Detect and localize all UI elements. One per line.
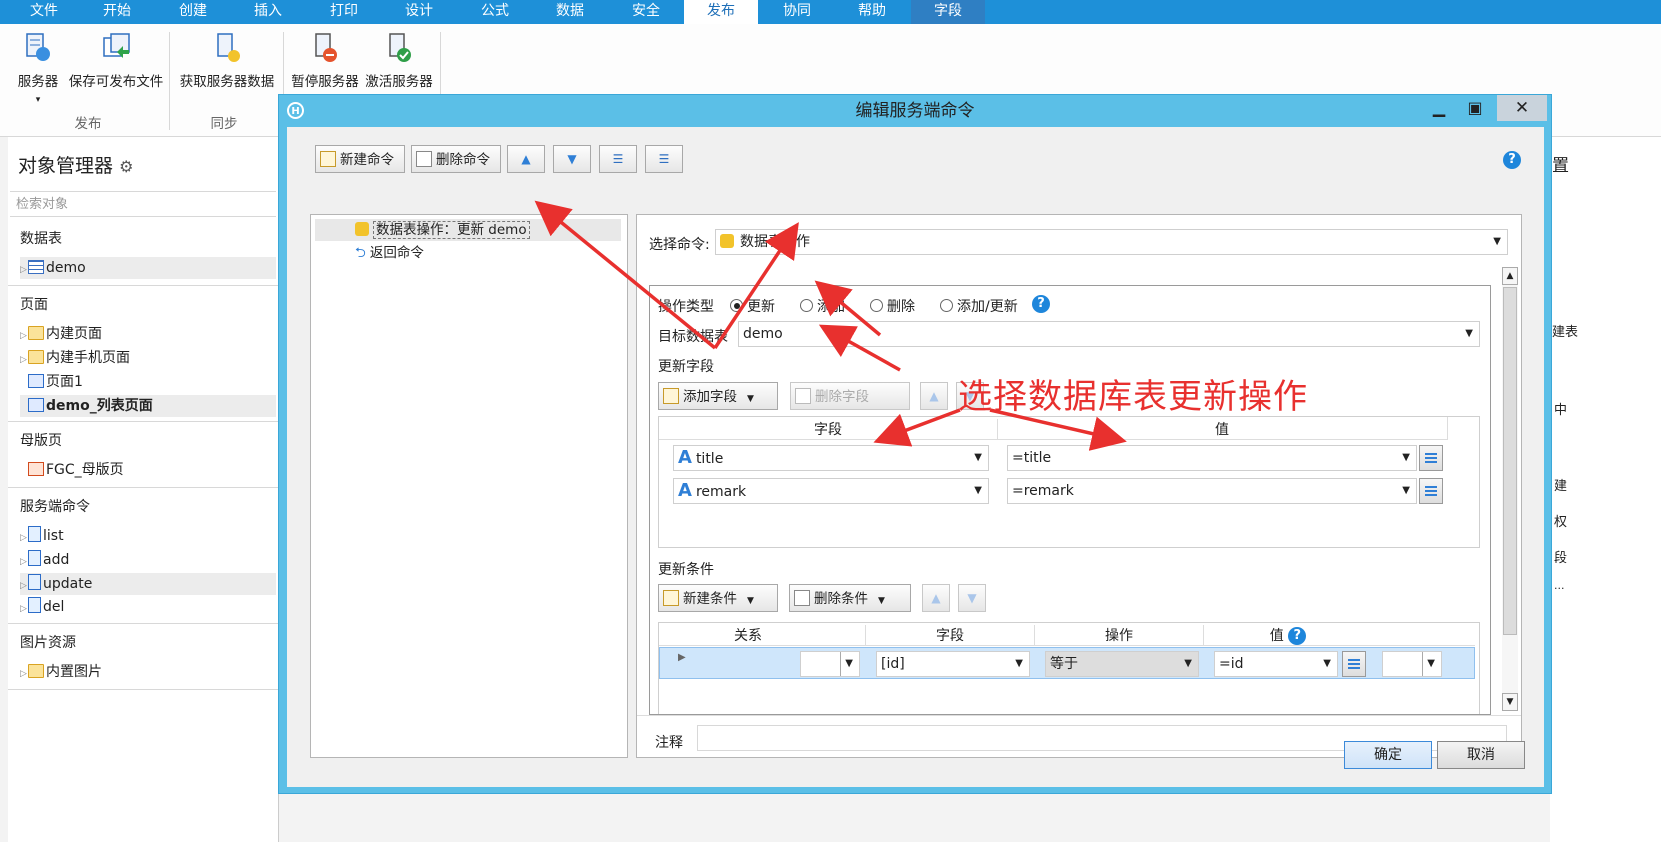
annotation-text: 选择数据库表更新操作 (958, 377, 1308, 417)
annotation-arrows (534, 200, 1127, 451)
